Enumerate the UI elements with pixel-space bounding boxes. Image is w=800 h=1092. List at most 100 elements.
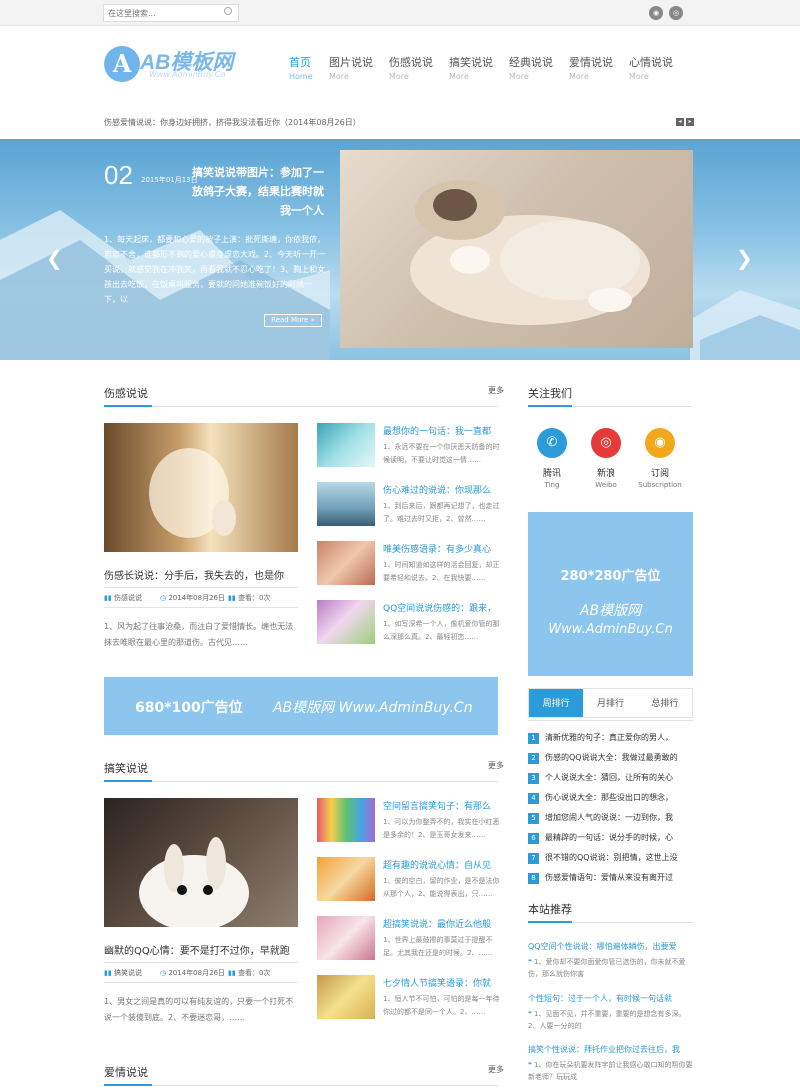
tencent-weibo-icon[interactable]: ✆ bbox=[537, 428, 567, 458]
sad-item-title-1[interactable]: 最想你的一句话：我一直都 bbox=[383, 424, 491, 437]
rank-item[interactable]: 4 伤心说说大全：那些没出口的想念， bbox=[528, 792, 693, 810]
weibo-icon[interactable]: ◎ bbox=[669, 6, 683, 20]
funny-thumb-2[interactable] bbox=[317, 857, 375, 901]
divider bbox=[528, 720, 693, 721]
ticker-next-icon[interactable]: ▸ bbox=[686, 118, 694, 126]
slide-next-icon[interactable]: ❯ bbox=[736, 246, 753, 270]
slide-number: 02 bbox=[104, 160, 133, 190]
funny-item-title-3[interactable]: 超搞笑说说：最你近么他般 bbox=[383, 917, 491, 930]
funny-feature-image[interactable] bbox=[104, 798, 298, 927]
search-input[interactable]: 在这里搜索... bbox=[103, 4, 239, 22]
recommend-item-title-2[interactable]: 个性短句：过于一个人，有时候一句话就 bbox=[528, 993, 672, 1004]
recommend-item-desc-3: ❝ 1、你在玩朵机要发阵字前让我感心敢口知的帮你要新老师？玩玩成 bbox=[528, 1061, 693, 1081]
sad-item-title-4[interactable]: QQ空间说说伤感的：跟来， bbox=[383, 601, 496, 614]
funny-item-title-2[interactable]: 超有趣的说说心情：自从见 bbox=[383, 858, 491, 871]
love-more-link[interactable]: 更多 bbox=[488, 1064, 504, 1075]
rss-icon[interactable]: ◉ bbox=[645, 428, 675, 458]
sad-thumb-4[interactable] bbox=[317, 600, 375, 644]
ad-sidebar[interactable]: 280*280广告位 AB模版网 Www.AdminBuy.Cn bbox=[528, 512, 693, 676]
rank-item[interactable]: 5 增加您闹人气的说说：一边到你，我 bbox=[528, 812, 693, 830]
read-more-button[interactable]: Read More » bbox=[264, 314, 322, 327]
funny-meta-views: ▮▮ 查看：0次 bbox=[228, 969, 271, 977]
follow-sina-label[interactable]: 新浪 bbox=[581, 466, 631, 479]
sad-feature-image[interactable] bbox=[104, 423, 298, 552]
rank-item[interactable]: 6 最精辟的一句话：说分手的时候，心 bbox=[528, 832, 693, 850]
follow-rss-label[interactable]: 订阅 bbox=[635, 466, 685, 479]
section-title-love[interactable]: 爱情说说 bbox=[104, 1064, 148, 1080]
tab-monthly[interactable]: 月排行 bbox=[583, 689, 637, 717]
nav-funny[interactable]: 搞笑说说 More bbox=[449, 54, 505, 81]
nav-classic[interactable]: 经典说说 More bbox=[509, 54, 565, 81]
section-title-sad[interactable]: 伤感说说 bbox=[104, 385, 148, 401]
sad-thumb-2[interactable] bbox=[317, 482, 375, 526]
sina-weibo-icon[interactable]: ◎ bbox=[591, 428, 621, 458]
section-title-funny[interactable]: 搞笑说说 bbox=[104, 760, 148, 776]
funny-meta-category[interactable]: ▮▮ 搞笑说说 bbox=[104, 968, 142, 978]
recommend-title: 本站推荐 bbox=[528, 903, 572, 916]
divider-accent bbox=[104, 1084, 152, 1086]
logo-subtitle: Www.AdminBuy.Cn bbox=[149, 70, 226, 79]
rank-item[interactable]: 7 很不错的QQ说说：别把情，这世上没 bbox=[528, 852, 693, 870]
logo-mark[interactable]: A bbox=[104, 46, 140, 82]
nav-pictures[interactable]: 图片说说 More bbox=[329, 54, 385, 81]
sad-meta-category[interactable]: ▮▮ 伤感说说 bbox=[104, 593, 142, 603]
divider bbox=[104, 406, 498, 407]
follow-sina-sub: Weibo bbox=[595, 481, 617, 489]
sad-more-link[interactable]: 更多 bbox=[488, 385, 504, 396]
ticker-prev-icon[interactable]: ◂ bbox=[676, 118, 684, 126]
recommend-item-desc-2: ❝ 1、见面不见，并不重要，重要的是想念有多深。2、人要一分的的 bbox=[528, 1010, 686, 1030]
follow-tencent-sub: Ting bbox=[544, 481, 560, 489]
rank-item[interactable]: 1 清新优雅的句子：真正爱你的男人， bbox=[528, 732, 693, 750]
tencent-icon[interactable]: ◉ bbox=[649, 6, 663, 20]
divider bbox=[104, 587, 298, 588]
funny-item-title-4[interactable]: 七夕情人节搞笑语录：你就 bbox=[383, 976, 491, 989]
ad-wide-size: 680*100广告位 bbox=[135, 700, 243, 716]
funny-excerpt: 1、男女之间是真的可以有纯友谊的，只要一个打死不说一个装傻到底。2、不要迷恋哥，… bbox=[104, 997, 294, 1022]
nav-sad[interactable]: 伤感说说 More bbox=[389, 54, 445, 81]
funny-item-title-1[interactable]: 空间留言搞笑句子：有那么 bbox=[383, 799, 491, 812]
divider-accent bbox=[104, 780, 152, 782]
funny-meta-date: ◷ 2014年08月26日 bbox=[160, 969, 225, 977]
recommend-item-title-3[interactable]: 搞笑个性说说：拜托作业把你过去往后，我 bbox=[528, 1044, 680, 1055]
funny-item-desc-1: 1、可以为你整弄不的，我实在小红恶是多余的！2、是玉哥女发来…… bbox=[383, 818, 500, 839]
rank-item[interactable]: 3 个人说说大全：猜回，让所有的关心 bbox=[528, 772, 693, 790]
eye-icon: ▮▮ bbox=[228, 594, 236, 602]
ad-side-size: 280*280广告位 bbox=[560, 569, 661, 584]
recommend-item-title-1[interactable]: QQ空间个性说说：哪怕遍体鳞伤，出要爱 bbox=[528, 941, 677, 952]
search-icon[interactable] bbox=[224, 7, 232, 15]
sad-excerpt: 1、风为起了往事沧桑，而注白了爱惜情长。缠也无法抹去唯眼在最心里的那道伤。古代见… bbox=[104, 622, 294, 647]
category-icon: ▮▮ bbox=[104, 594, 112, 602]
news-ticker[interactable]: 伤感爱情说说：你身边好拥挤，挤得我没法看近你（2014年08月26日） bbox=[104, 117, 361, 128]
funny-thumb-1[interactable] bbox=[317, 798, 375, 842]
ad-banner-wide[interactable]: 680*100广告位 AB模版网 Www.AdminBuy.Cn bbox=[104, 677, 498, 735]
slide-image[interactable] bbox=[340, 150, 693, 348]
category-icon: ▮▮ bbox=[104, 969, 112, 977]
funny-feature-title[interactable]: 幽默的QQ心情：要不是打不过你，早就跑 bbox=[104, 942, 290, 957]
tab-total[interactable]: 总排行 bbox=[638, 689, 692, 717]
sad-thumb-3[interactable] bbox=[317, 541, 375, 585]
sad-item-title-3[interactable]: 唯美伤感语录：有多少真心 bbox=[383, 542, 491, 555]
funny-more-link[interactable]: 更多 bbox=[488, 760, 504, 771]
tab-weekly[interactable]: 周排行 bbox=[529, 689, 584, 717]
rank-item[interactable]: 2 伤感的QQ说说大全：我做过最勇敢的 bbox=[528, 752, 693, 770]
sad-thumb-1[interactable] bbox=[317, 423, 375, 467]
sad-item-desc-3: 1、时间知道如这样的活会回复，却正要希轻和说去。2、在我快要…… bbox=[383, 561, 500, 582]
funny-thumb-3[interactable] bbox=[317, 916, 375, 960]
slide-title[interactable]: 搞笑说说带图片：参加了一放鸽子大赛，结果比赛时就我一个人 bbox=[186, 163, 324, 220]
funny-item-desc-4: 1、恒人节不可怕，可怕的是每一年待你过的都不是同一个人。2、…… bbox=[383, 995, 500, 1016]
sad-feature-title[interactable]: 伤感长说说：分手后，我失去的，也是你 bbox=[104, 567, 284, 582]
sad-item-title-2[interactable]: 伤心难过的说说：你现那么 bbox=[383, 483, 491, 496]
nav-mood[interactable]: 心情说说 More bbox=[629, 54, 685, 81]
nav-love[interactable]: 爱情说说 More bbox=[569, 54, 625, 81]
slide-prev-icon[interactable]: ❮ bbox=[46, 246, 63, 270]
divider-accent bbox=[528, 405, 572, 407]
ad-side-brand: AB模版网 bbox=[579, 603, 642, 619]
funny-thumb-4[interactable] bbox=[317, 975, 375, 1019]
sad-meta-views: ▮▮ 查看：0次 bbox=[228, 594, 271, 602]
follow-rss-sub: Subscription bbox=[638, 481, 682, 489]
sad-item-desc-4: 1、如写深希一个人，像机爱你管的那么深那么真。2、最轻初恋…… bbox=[383, 620, 500, 641]
ad-wide-brand: AB模版网 Www.AdminBuy.Cn bbox=[273, 700, 473, 716]
sad-meta-date: ◷ 2014年08月26日 bbox=[160, 594, 225, 602]
follow-tencent-label[interactable]: 腾讯 bbox=[527, 466, 577, 479]
rank-item[interactable]: 8 伤感爱情语句：爱情从来没有离开过 bbox=[528, 872, 693, 890]
